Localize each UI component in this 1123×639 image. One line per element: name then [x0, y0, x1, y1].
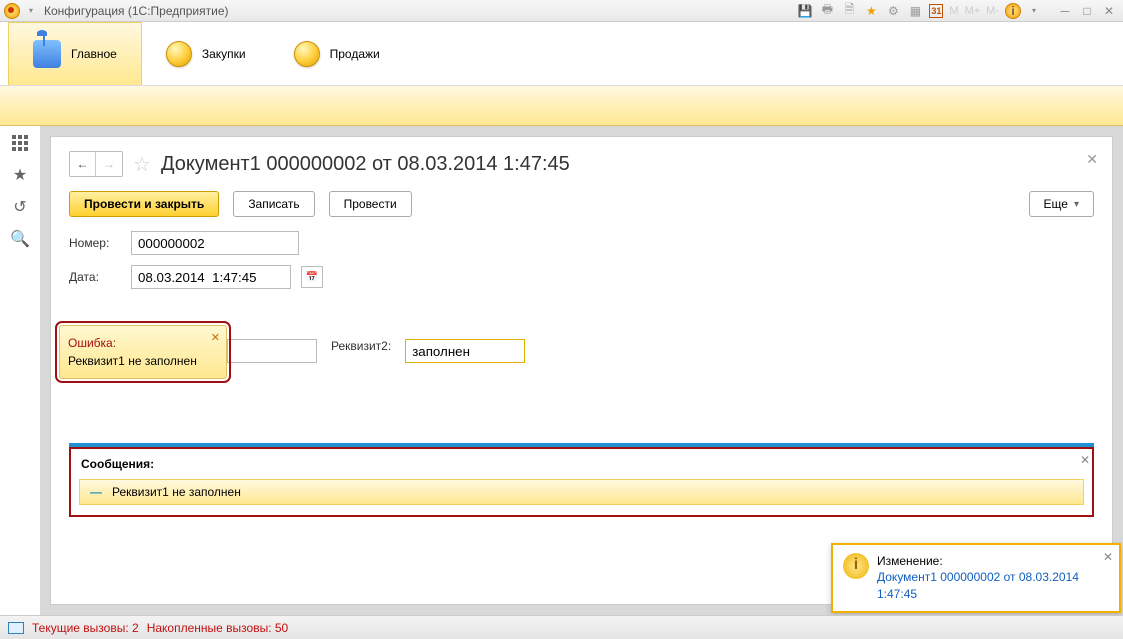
- close-window-button[interactable]: ✕: [1099, 3, 1119, 19]
- nav-sales-label: Продажи: [330, 47, 380, 61]
- sphere-icon: [294, 41, 320, 67]
- minimize-button[interactable]: ─: [1055, 3, 1075, 19]
- calendar-icon[interactable]: 31: [929, 4, 943, 18]
- requisite2-input[interactable]: [405, 339, 525, 363]
- nav-purchases[interactable]: Закупки: [142, 22, 270, 85]
- history-icon[interactable]: ↺: [11, 198, 29, 216]
- info-icon[interactable]: i: [1005, 3, 1021, 19]
- info-dropdown[interactable]: ▾: [1029, 6, 1039, 16]
- status-icon[interactable]: [8, 622, 24, 634]
- sidebar: ★ ↺ 🔍: [0, 126, 40, 615]
- date-picker-button[interactable]: 📅: [301, 266, 323, 288]
- back-button[interactable]: ←: [70, 152, 96, 176]
- memory-mminus[interactable]: M-: [986, 5, 999, 17]
- toast-info-icon: i: [843, 553, 869, 579]
- change-toast: ✕ i Изменение: Документ1 000000002 от 08…: [831, 543, 1121, 613]
- messages-panel: ✕ Сообщения: — Реквизит1 не заполнен: [69, 447, 1094, 517]
- page-title: Документ1 000000002 от 08.03.2014 1:47:4…: [161, 153, 570, 176]
- toast-title: Изменение:: [877, 553, 1109, 570]
- more-label: Еще: [1044, 197, 1068, 211]
- messages-close-icon[interactable]: ✕: [1080, 453, 1090, 467]
- page-favorite-icon[interactable]: ☆: [133, 152, 151, 177]
- toast-link[interactable]: Документ1 000000002 от 08.03.2014 1:47:4…: [877, 569, 1109, 603]
- message-text: Реквизит1 не заполнен: [112, 485, 241, 499]
- post-and-close-button[interactable]: Провести и закрыть: [69, 191, 219, 217]
- tool-icon[interactable]: ⚙: [885, 3, 901, 19]
- sections-icon[interactable]: [11, 134, 29, 152]
- search-icon[interactable]: 🔍: [11, 230, 29, 248]
- tooltip-close-icon[interactable]: ✕: [211, 330, 220, 347]
- nav-main[interactable]: Главное: [8, 22, 142, 85]
- number-label: Номер:: [69, 236, 121, 250]
- write-button[interactable]: Записать: [233, 191, 314, 217]
- save-icon[interactable]: 💾: [797, 3, 813, 19]
- titlebar: ▾ Конфигурация (1С:Предприятие) 💾 🖶 🗎 ★ …: [0, 0, 1123, 22]
- app-logo-icon: [4, 3, 20, 19]
- content-panel: ✕ ← → ☆ Документ1 000000002 от 08.03.201…: [50, 136, 1113, 605]
- date-input[interactable]: [131, 265, 291, 289]
- status-current-calls: Текущие вызовы: 2: [32, 621, 139, 635]
- post-button[interactable]: Провести: [329, 191, 412, 217]
- date-label: Дата:: [69, 270, 121, 284]
- calc-icon[interactable]: ▦: [907, 3, 923, 19]
- close-panel-button[interactable]: ✕: [1086, 151, 1098, 168]
- nav-main-label: Главное: [71, 47, 117, 61]
- memory-mplus[interactable]: M+: [965, 5, 981, 17]
- error-tooltip: ✕ Ошибка: Реквизит1 не заполнен: [59, 325, 227, 379]
- lamp-icon: [33, 40, 61, 68]
- messages-title: Сообщения:: [81, 457, 1084, 471]
- message-marker-icon: —: [90, 485, 102, 499]
- nav-purchases-label: Закупки: [202, 47, 246, 61]
- error-title: Ошибка:: [68, 334, 218, 352]
- favorites-icon[interactable]: ★: [11, 166, 29, 184]
- app-menu-dropdown[interactable]: ▾: [26, 6, 36, 16]
- memory-m[interactable]: M: [949, 5, 958, 17]
- statusbar: Текущие вызовы: 2 Накопленные вызовы: 50: [0, 615, 1123, 639]
- main-nav: Главное Закупки Продажи: [0, 22, 1123, 86]
- doc-icon[interactable]: 🗎: [841, 3, 857, 19]
- requisite2-label: Реквизит2:: [331, 339, 391, 353]
- number-input[interactable]: [131, 231, 299, 255]
- window-title: Конфигурация (1С:Предприятие): [44, 4, 229, 18]
- titlebar-tools: 💾 🖶 🗎 ★ ⚙ ▦ 31 M M+ M- i ▾: [797, 3, 1047, 19]
- more-button[interactable]: Еще: [1029, 191, 1094, 217]
- forward-button[interactable]: →: [96, 152, 122, 176]
- error-text: Реквизит1 не заполнен: [68, 352, 218, 370]
- history-nav: ← →: [69, 151, 123, 177]
- subnav-ribbon: [0, 86, 1123, 126]
- print-icon[interactable]: 🖶: [819, 3, 835, 19]
- status-accum-calls: Накопленные вызовы: 50: [147, 621, 289, 635]
- requisite1-input[interactable]: [227, 339, 317, 363]
- favorite-icon[interactable]: ★: [863, 3, 879, 19]
- sphere-icon: [166, 41, 192, 67]
- maximize-button[interactable]: □: [1077, 3, 1097, 19]
- nav-sales[interactable]: Продажи: [270, 22, 404, 85]
- toast-close-icon[interactable]: ✕: [1103, 549, 1113, 566]
- message-item[interactable]: — Реквизит1 не заполнен: [79, 479, 1084, 505]
